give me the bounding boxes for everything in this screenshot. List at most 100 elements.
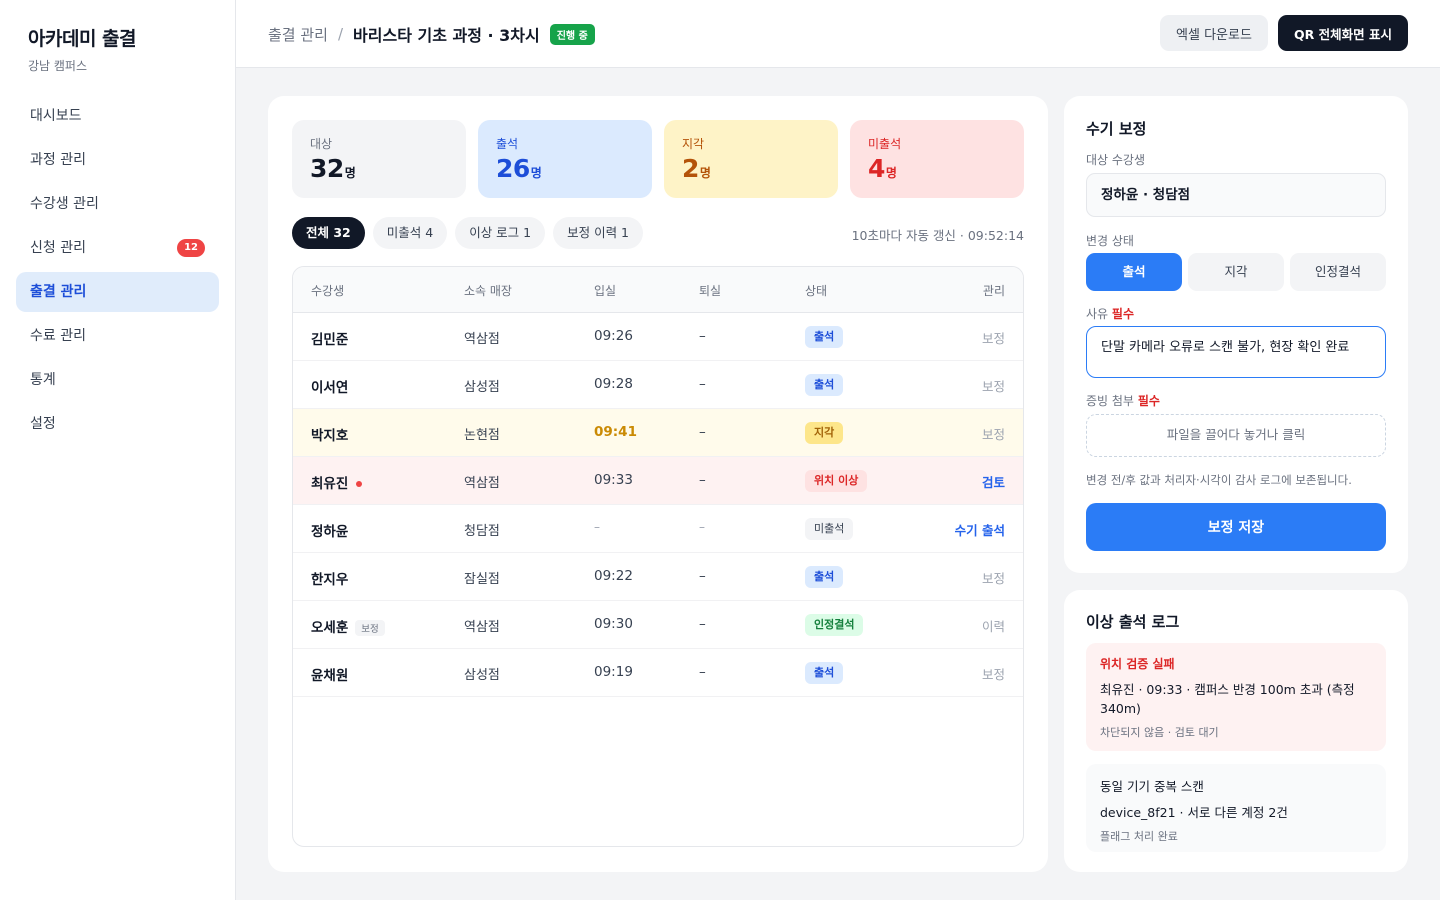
log-entry[interactable]: 위치 검증 실패 최유진 · 09:33 · 캠퍼스 반경 100m 초과 (측… (1086, 643, 1386, 751)
correct-button[interactable]: 보정 (982, 568, 1005, 587)
store-name: 논현점 (464, 428, 500, 443)
correct-button[interactable]: 보정 (982, 664, 1005, 683)
campus-name: 강남 캠퍼스 (28, 59, 88, 73)
correct-button[interactable]: 보정 (982, 424, 1005, 443)
sidebar-item-applications[interactable]: 신청 관리 12 (16, 228, 219, 268)
stat-total: 대상 32명 (292, 120, 466, 198)
student-name: 한지우 (311, 572, 349, 588)
sidebar-item-students[interactable]: 수강생 관리 (16, 184, 219, 224)
table-row[interactable]: 이서연 삼성점 09:28 – 출석 보정 (293, 361, 1023, 409)
history-button[interactable]: 이력 (982, 616, 1005, 635)
log-entry-status: 차단되지 않음 · 검토 대기 (1100, 726, 1219, 739)
check-out-time: – (699, 664, 706, 680)
sidebar-item-completion[interactable]: 수료 관리 (16, 316, 219, 356)
status-option-late[interactable]: 지각 (1188, 253, 1284, 291)
student-name: 김민준 (311, 332, 349, 348)
table-row[interactable]: 오세훈 보정 역삼점 09:30 – 인정결석 이력 (293, 601, 1023, 649)
status-cell: 위치 이상 (805, 470, 868, 492)
review-button[interactable]: 검토 (982, 472, 1005, 491)
store-name: 역삼점 (464, 620, 500, 635)
correct-button[interactable]: 보정 (982, 328, 1005, 347)
table-row[interactable]: 윤채원 삼성점 09:19 – 출석 보정 (293, 649, 1023, 697)
status-option-excused[interactable]: 인정결석 (1290, 253, 1386, 291)
stat-present: 출석 26명 (478, 120, 652, 198)
store-name: 역삼점 (464, 332, 500, 347)
status-cell: 출석 (805, 566, 844, 588)
student-name: 정하윤 (311, 524, 349, 540)
status-badge: 위치 이상 (805, 470, 868, 492)
check-in-time: 09:41 (594, 424, 637, 440)
sidebar-item-label: 설정 (30, 416, 56, 432)
column-header-student: 수강생 (311, 284, 345, 298)
stat-late: 지각 2명 (664, 120, 838, 198)
column-header-status: 상태 (805, 284, 828, 298)
excel-download-button[interactable]: 엑셀 다운로드 (1160, 15, 1268, 51)
app-title: 아카데미 출결 (28, 28, 137, 50)
filter-anomaly-chip[interactable]: 이상 로그 1 (455, 217, 546, 249)
check-in-time: – (594, 520, 600, 534)
log-entry-title: 위치 검증 실패 (1100, 657, 1175, 671)
reason-input[interactable]: 단말 카메라 오류로 스캔 불가, 현장 확인 완료 (1086, 326, 1386, 378)
log-entry[interactable]: 동일 기기 중복 스캔 device_8f21 · 서로 다른 계정 2건 플래… (1086, 764, 1386, 852)
check-in-time: 09:33 (594, 472, 633, 488)
status-badge: 출석 (805, 662, 844, 684)
brand: 아카데미 출결 강남 캠퍼스 (28, 24, 137, 74)
breadcrumb-separator: / (337, 25, 344, 43)
filter-all-chip[interactable]: 전체 32 (292, 217, 365, 249)
check-in-time: 09:19 (594, 664, 633, 680)
breadcrumb: 출결 관리 / 바리스타 기초 과정 · 3차시 진행 중 (268, 22, 595, 46)
target-student-select[interactable]: 정하윤 · 청담점 (1086, 173, 1386, 217)
attendance-card: 대상 32명 출석 26명 지각 2명 미출석 4명 전체 32 미출석 4 이… (268, 96, 1048, 872)
table-row[interactable]: 박지호 논현점 09:41 – 지각 보정 (293, 409, 1023, 457)
corrected-tag: 보정 (355, 620, 385, 636)
filter-absent-chip[interactable]: 미출석 4 (372, 217, 448, 249)
student-name: 이서연 (311, 380, 349, 396)
required-mark: 필수 (1137, 394, 1160, 408)
stat-value: 2명 (682, 154, 711, 183)
student-name: 오세훈 (311, 620, 349, 636)
filter-correction-chip[interactable]: 보정 이력 1 (553, 217, 643, 249)
table-row[interactable]: 정하윤 청담점 – – 미출석 수기 출석 (293, 505, 1023, 553)
stat-label: 대상 (310, 137, 333, 151)
qr-fullscreen-button[interactable]: QR 전체화면 표시 (1278, 15, 1408, 51)
log-entry-title: 동일 기기 중복 스캔 (1100, 779, 1204, 794)
check-in-time: 09:26 (594, 328, 633, 344)
check-out-time: – (699, 568, 706, 584)
check-out-time: – (699, 328, 706, 344)
manual-attendance-button[interactable]: 수기 출석 (955, 520, 1005, 539)
auto-refresh-status: 10초마다 자동 갱신 · 09:52:14 (851, 228, 1024, 243)
panel-title: 이상 출석 로그 (1086, 613, 1180, 631)
status-option-present[interactable]: 출석 (1086, 253, 1182, 291)
student-name: 윤채원 (311, 668, 349, 684)
breadcrumb-parent[interactable]: 출결 관리 (268, 24, 328, 45)
sidebar-item-settings[interactable]: 설정 (16, 404, 219, 444)
sidebar-item-label: 과정 관리 (30, 152, 86, 168)
sidebar-item-label: 출결 관리 (30, 284, 87, 300)
check-in-time: 09:28 (594, 376, 633, 392)
target-student-label: 대상 수강생 (1086, 153, 1146, 167)
table-row[interactable]: 한지우 잠실점 09:22 – 출석 보정 (293, 553, 1023, 601)
stat-absent: 미출석 4명 (850, 120, 1024, 198)
table-row[interactable]: 김민준 역삼점 09:26 – 출석 보정 (293, 313, 1023, 361)
sidebar: 아카데미 출결 강남 캠퍼스 대시보드 과정 관리 수강생 관리 신청 관리 12… (0, 0, 236, 900)
evidence-label: 증빙 첨부 필수 (1086, 394, 1160, 408)
check-out-time: – (699, 520, 705, 534)
status-badge: 인정결석 (805, 614, 864, 636)
status-badge: 미출석 (805, 518, 854, 540)
status-cell: 출석 (805, 326, 844, 348)
correct-button[interactable]: 보정 (982, 376, 1005, 395)
sidebar-item-courses[interactable]: 과정 관리 (16, 140, 219, 180)
sidebar-item-dashboard[interactable]: 대시보드 (16, 96, 219, 136)
column-header-check-out: 퇴실 (699, 284, 722, 298)
sidebar-item-attendance[interactable]: 출결 관리 (16, 272, 219, 312)
check-in-time: 09:30 (594, 616, 633, 632)
column-header-check-in: 입실 (594, 284, 617, 298)
stat-value: 32명 (310, 154, 356, 183)
store-name: 잠실점 (464, 572, 500, 587)
table-row[interactable]: 최유진 역삼점 09:33 – 위치 이상 검토 (293, 457, 1023, 505)
applications-count-badge: 12 (177, 239, 205, 257)
stat-label: 출석 (496, 137, 519, 151)
file-dropzone[interactable]: 파일을 끌어다 놓거나 클릭 (1086, 414, 1386, 457)
sidebar-item-statistics[interactable]: 통계 (16, 360, 219, 400)
save-correction-button[interactable]: 보정 저장 (1086, 503, 1386, 551)
